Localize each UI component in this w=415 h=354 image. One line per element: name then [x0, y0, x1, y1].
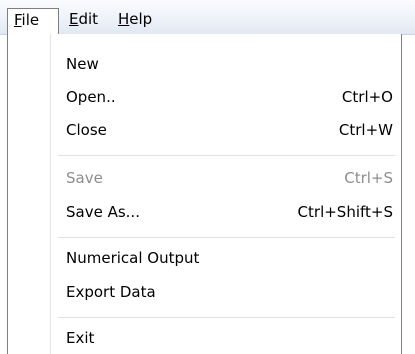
menu-item-save-label: Save	[66, 169, 103, 187]
menu-item-open-shortcut: Ctrl+O	[341, 88, 393, 106]
menu-item-exit-label: Exit	[66, 329, 95, 347]
menu-item-new[interactable]: New	[54, 48, 395, 80]
menu-item-export-data[interactable]: Export Data	[54, 276, 395, 308]
menu-item-close-label: Close	[66, 121, 107, 139]
menu-file-label: ile	[21, 11, 40, 29]
menu-item-numerical-output[interactable]: Numerical Output	[54, 242, 395, 274]
menu-item-open[interactable]: Open.. Ctrl+O	[54, 81, 395, 113]
icon-gutter-divider	[50, 34, 51, 354]
menu-item-new-label: New	[66, 55, 99, 73]
menu-separator	[58, 237, 395, 238]
menu-separator	[58, 155, 395, 156]
menu-item-save-shortcut: Ctrl+S	[344, 169, 393, 187]
menu-edit-label: dit	[78, 10, 99, 28]
menu-item-close-shortcut: Ctrl+W	[338, 121, 393, 139]
menu-item-open-label: Open..	[66, 88, 116, 106]
menu-file[interactable]: File	[7, 8, 59, 34]
menu-item-exit[interactable]: Exit	[54, 322, 395, 354]
menu-item-save-as-label: Save As...	[66, 203, 140, 221]
menu-item-save: Save Ctrl+S	[54, 162, 395, 194]
menu-item-save-as[interactable]: Save As... Ctrl+Shift+S	[54, 196, 395, 228]
menu-help-mnemonic: H	[118, 10, 130, 28]
menu-item-numerical-output-label: Numerical Output	[66, 249, 200, 267]
menu-bar: File Edit Help	[0, 0, 415, 35]
menu-item-export-data-label: Export Data	[66, 283, 156, 301]
menu-separator	[58, 317, 395, 318]
menu-help-label: elp	[129, 10, 153, 28]
menu-help[interactable]: Help	[113, 8, 157, 33]
menu-edit[interactable]: Edit	[64, 8, 103, 33]
menu-file-mnemonic: F	[14, 11, 22, 29]
menu-item-close[interactable]: Close Ctrl+W	[54, 114, 395, 146]
menu-item-save-as-shortcut: Ctrl+Shift+S	[297, 203, 393, 221]
file-menu-dropdown: New Open.. Ctrl+O Close Ctrl+W Save Ctrl…	[7, 34, 402, 354]
